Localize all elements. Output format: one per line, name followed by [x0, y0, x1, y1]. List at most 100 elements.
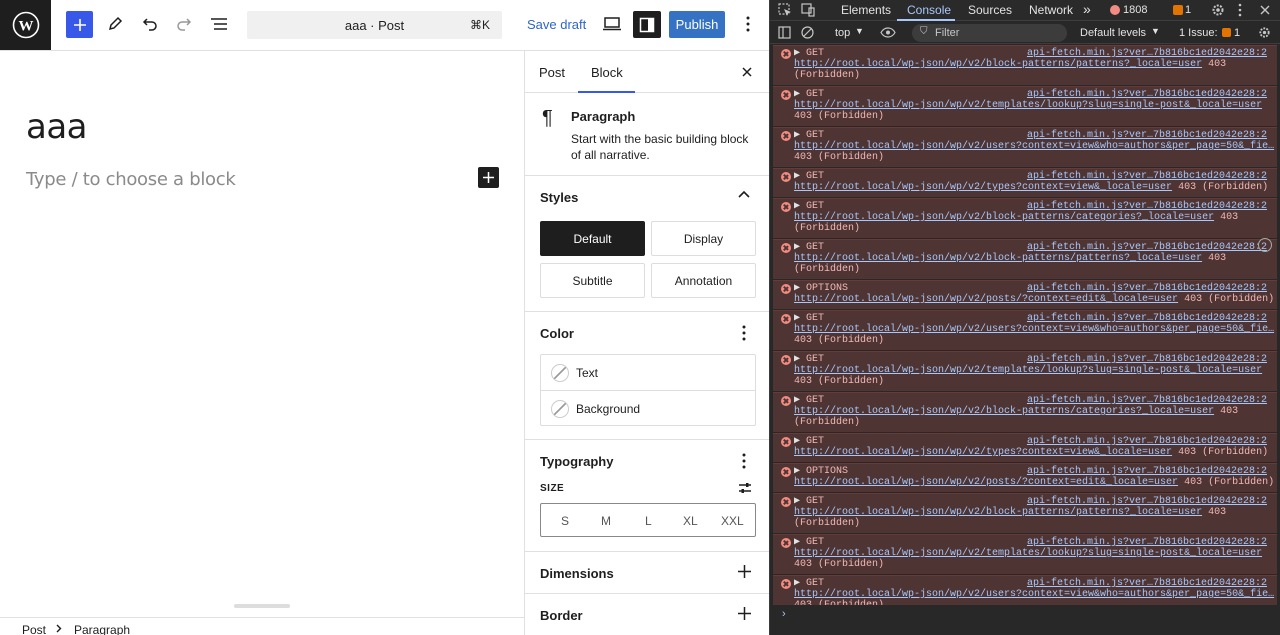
filter-input[interactable]: ⛉ Filter [912, 24, 1067, 42]
request-url-link[interactable]: http://root.local/wp-json/wp/v2/posts/?c… [794, 477, 1178, 488]
log-source-link[interactable]: api-fetch.min.js?ver…7b816bc1ed2042e28:2 [1027, 578, 1267, 589]
log-method[interactable]: ▶ GET [794, 48, 824, 59]
style-default-button[interactable]: Default [540, 221, 645, 256]
editor-canvas[interactable]: aaa Type / to choose a block [0, 51, 524, 617]
wordpress-logo-button[interactable]: W [0, 0, 51, 50]
log-entry[interactable]: ▶ GET api-fetch.min.js?ver…7b816bc1ed2042… [773, 310, 1277, 350]
request-url-link[interactable]: http://root.local/wp-json/wp/v2/block-pa… [794, 253, 1202, 264]
log-source-link[interactable]: api-fetch.min.js?ver…7b816bc1ed2042e28:2 [1027, 242, 1267, 253]
block-placeholder[interactable]: Type / to choose a block [26, 169, 236, 190]
border-panel[interactable]: Border [525, 594, 769, 635]
tools-button[interactable] [101, 10, 129, 38]
request-url-link[interactable]: http://root.local/wp-json/wp/v2/posts/?c… [794, 294, 1178, 305]
options-button[interactable] [734, 10, 762, 38]
ai-assist-icon[interactable] [1258, 238, 1272, 252]
more-tabs-chevron-icon[interactable]: » [1083, 1, 1091, 17]
dimensions-panel[interactable]: Dimensions [525, 552, 769, 594]
expand-triangle-icon[interactable]: ▶ [794, 354, 806, 365]
log-source-link[interactable]: api-fetch.min.js?ver…7b816bc1ed2042e28:2 [1027, 537, 1267, 548]
post-title[interactable]: aaa [26, 107, 88, 147]
inline-inserter-button[interactable] [478, 167, 499, 188]
chevron-up-icon[interactable] [738, 190, 750, 200]
log-method[interactable]: ▶ GET [794, 201, 824, 212]
log-method[interactable]: ▶ GET [794, 436, 824, 447]
size-option-s[interactable]: S [561, 514, 569, 528]
close-icon[interactable] [739, 64, 755, 80]
issues-count[interactable]: 1 [1234, 27, 1240, 39]
log-method[interactable]: ▶ GET [794, 578, 824, 589]
expand-triangle-icon[interactable]: ▶ [794, 89, 806, 100]
expand-triangle-icon[interactable]: ▶ [794, 395, 806, 406]
tab-sources[interactable]: Sources [968, 3, 1012, 17]
color-item-text[interactable]: Text [541, 355, 755, 391]
console-prompt[interactable]: › [782, 608, 786, 620]
clear-console-icon[interactable] [801, 26, 814, 39]
expand-triangle-icon[interactable]: ▶ [794, 436, 806, 447]
gear-icon[interactable] [1258, 26, 1271, 39]
inspect-element-icon[interactable] [778, 3, 792, 17]
log-levels-select[interactable]: Default levels [1080, 27, 1146, 39]
style-display-button[interactable]: Display [651, 221, 756, 256]
tab-block[interactable]: Block [591, 65, 623, 80]
size-option-m[interactable]: M [601, 514, 611, 528]
log-entry[interactable]: ▶ GET api-fetch.min.js?ver…7b816bc1ed2042… [773, 127, 1277, 167]
log-method[interactable]: ▶ OPTIONS [794, 283, 848, 294]
log-source-link[interactable]: api-fetch.min.js?ver…7b816bc1ed2042e28:2 [1027, 171, 1267, 182]
issues-label[interactable]: 1 Issue: [1179, 27, 1218, 39]
console-log[interactable]: ▶ GET api-fetch.min.js?ver…7b816bc1ed2042… [773, 45, 1277, 605]
expand-triangle-icon[interactable]: ▶ [794, 171, 806, 182]
log-entry[interactable]: ▶ OPTIONS api-fetch.min.js?ver…7b816bc1ed… [773, 463, 1277, 492]
log-method[interactable]: ▶ GET [794, 354, 824, 365]
log-source-link[interactable]: api-fetch.min.js?ver…7b816bc1ed2042e28:2 [1027, 130, 1267, 141]
log-method[interactable]: ▶ GET [794, 496, 824, 507]
expand-triangle-icon[interactable]: ▶ [794, 283, 806, 294]
context-select[interactable]: top [835, 27, 850, 39]
log-source-link[interactable]: api-fetch.min.js?ver…7b816bc1ed2042e28:2 [1027, 466, 1267, 477]
log-method[interactable]: ▶ GET [794, 537, 824, 548]
breadcrumb-post[interactable]: Post [22, 623, 46, 635]
log-method[interactable]: ▶ GET [794, 242, 824, 253]
request-url-link[interactable]: http://root.local/wp-json/wp/v2/users?co… [794, 141, 1274, 152]
log-entry[interactable]: ▶ GET api-fetch.min.js?ver…7b816bc1ed2042… [773, 351, 1277, 391]
tab-elements[interactable]: Elements [841, 3, 891, 17]
log-entry[interactable]: ▶ GET api-fetch.min.js?ver…7b816bc1ed2042… [773, 575, 1277, 605]
save-draft-button[interactable]: Save draft [527, 17, 586, 32]
request-url-link[interactable]: http://root.local/wp-json/wp/v2/template… [794, 100, 1262, 111]
request-url-link[interactable]: http://root.local/wp-json/wp/v2/users?co… [794, 589, 1274, 600]
log-source-link[interactable]: api-fetch.min.js?ver…7b816bc1ed2042e28:2 [1027, 89, 1267, 100]
log-method[interactable]: ▶ GET [794, 395, 824, 406]
request-url-link[interactable]: http://root.local/wp-json/wp/v2/block-pa… [794, 59, 1202, 70]
style-annotation-button[interactable]: Annotation [651, 263, 756, 298]
error-count[interactable]: 1808 [1123, 4, 1147, 16]
expand-triangle-icon[interactable]: ▶ [794, 242, 806, 253]
request-url-link[interactable]: http://root.local/wp-json/wp/v2/types?co… [794, 182, 1172, 193]
size-option-xl[interactable]: XL [683, 514, 698, 528]
log-entry[interactable]: ▶ OPTIONS api-fetch.min.js?ver…7b816bc1ed… [773, 280, 1277, 309]
style-subtitle-button[interactable]: Subtitle [540, 263, 645, 298]
log-method[interactable]: ▶ GET [794, 313, 824, 324]
request-url-link[interactable]: http://root.local/wp-json/wp/v2/block-pa… [794, 212, 1214, 223]
request-url-link[interactable]: http://root.local/wp-json/wp/v2/block-pa… [794, 507, 1202, 518]
document-overview-button[interactable] [205, 10, 233, 38]
vertical-ellipsis-icon[interactable] [1238, 3, 1242, 17]
log-source-link[interactable]: api-fetch.min.js?ver…7b816bc1ed2042e28:2 [1027, 436, 1267, 447]
log-entry[interactable]: ▶ GET api-fetch.min.js?ver…7b816bc1ed2042… [773, 45, 1277, 85]
block-inserter-button[interactable] [66, 11, 93, 38]
log-source-link[interactable]: api-fetch.min.js?ver…7b816bc1ed2042e28:2 [1027, 313, 1267, 324]
expand-triangle-icon[interactable]: ▶ [794, 313, 806, 324]
size-option-xxl[interactable]: XXL [721, 514, 744, 528]
expand-triangle-icon[interactable]: ▶ [794, 466, 806, 477]
size-option-l[interactable]: L [645, 514, 652, 528]
warning-count[interactable]: 1 [1185, 4, 1191, 16]
color-item-background[interactable]: Background [541, 391, 755, 427]
eye-icon[interactable] [880, 27, 896, 38]
log-source-link[interactable]: api-fetch.min.js?ver…7b816bc1ed2042e28:2 [1027, 496, 1267, 507]
command-palette-bar[interactable]: aaa · Post ⌘K [247, 11, 502, 39]
log-entry[interactable]: ▶ GET api-fetch.min.js?ver…7b816bc1ed2042… [773, 433, 1277, 462]
log-entry[interactable]: ▶ GET api-fetch.min.js?ver…7b816bc1ed2042… [773, 534, 1277, 574]
log-source-link[interactable]: api-fetch.min.js?ver…7b816bc1ed2042e28:2 [1027, 48, 1267, 59]
view-button[interactable] [598, 10, 626, 38]
log-entry[interactable]: ▶ GET api-fetch.min.js?ver…7b816bc1ed2042… [773, 392, 1277, 432]
expand-triangle-icon[interactable]: ▶ [794, 201, 806, 212]
vertical-ellipsis-icon[interactable] [741, 453, 747, 469]
